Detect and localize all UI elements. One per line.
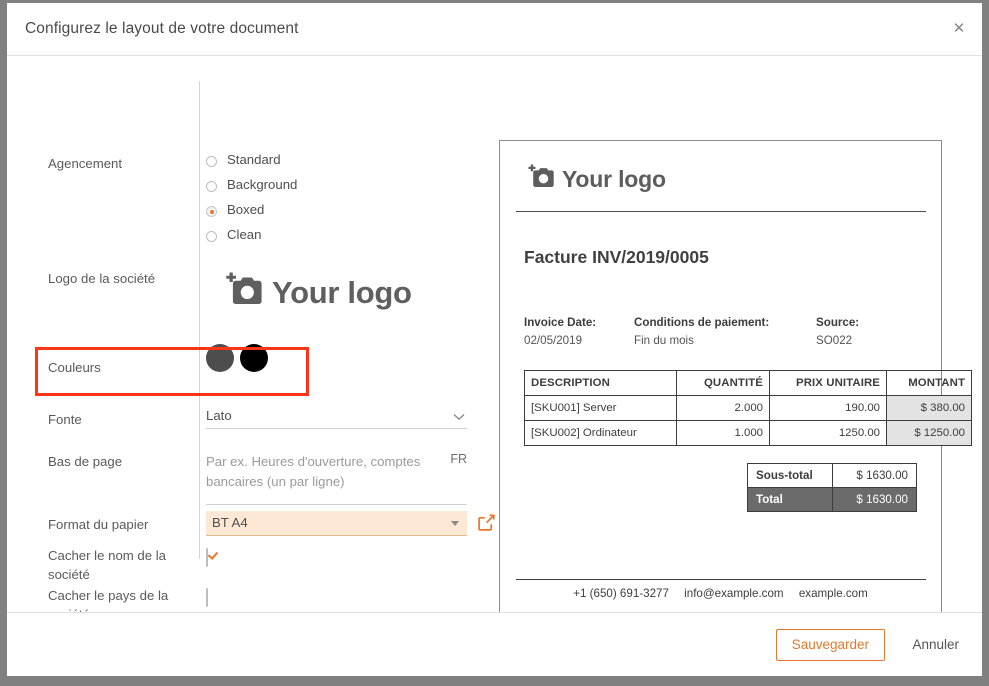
preview-meta: Invoice Date: 02/05/2019 Conditions de p… [524, 316, 859, 347]
paper-format-value: BT A4 [212, 515, 248, 530]
radio-clean[interactable] [206, 231, 217, 242]
radio-label-background[interactable]: Background [227, 177, 297, 192]
cell-unit-price: 190.00 [769, 395, 887, 421]
field-label-hide-company-name: Cacher le nom de la société [48, 548, 167, 582]
field-label-bas-de-page: Bas de page [48, 454, 123, 469]
color-swatch-secondary[interactable] [240, 344, 268, 372]
cell-amount: $ 380.00 [886, 395, 972, 421]
cancel-button[interactable]: Annuler [912, 637, 959, 652]
color-swatch-primary[interactable] [206, 344, 234, 372]
field-label-agencement: Agencement [48, 156, 123, 171]
footer-textarea-placeholder: Par ex. Heures d'ouverture, comptes banc… [206, 454, 421, 489]
configure-document-layout-dialog: Configurez le layout de votre document ✕… [7, 3, 982, 676]
table-header-row: DESCRIPTION QUANTITÉ PRIX UNITAIRE MONTA… [524, 370, 972, 396]
footer-textarea[interactable]: Par ex. Heures d'ouverture, comptes banc… [206, 452, 467, 505]
preview-top-rule [516, 211, 926, 212]
totals-row-total: Total $ 1630.00 [747, 487, 917, 512]
preview-meta-label: Invoice Date: [524, 316, 597, 329]
caret-down-icon [451, 521, 459, 526]
preview-meta-source: Source: SO022 [816, 316, 859, 347]
settings-form: Agencement Standard Background Boxed Cle… [7, 56, 495, 622]
hide-company-country-checkbox-wrap [206, 588, 208, 607]
totals-label-subtotal: Sous-total [747, 463, 833, 488]
preview-meta-label: Conditions de paiement: [634, 316, 770, 329]
cell-quantity: 1.000 [676, 420, 770, 446]
preview-meta-invoice-date: Invoice Date: 02/05/2019 [524, 316, 634, 347]
totals-row-subtotal: Sous-total $ 1630.00 [747, 463, 917, 488]
totals-value-total: $ 1630.00 [831, 487, 917, 512]
cell-description: [SKU001] Server [524, 395, 677, 421]
preview-footer-email: info@example.com [684, 587, 784, 600]
dialog-title: Configurez le layout de votre document [25, 20, 299, 37]
radio-standard[interactable] [206, 156, 217, 167]
cell-quantity: 2.000 [676, 395, 770, 421]
column-header-unit-price: PRIX UNITAIRE [769, 370, 887, 396]
preview-footer: +1 (650) 691-3277 info@example.com examp… [500, 587, 941, 600]
form-divider [199, 81, 200, 559]
preview-logo: Your logo [524, 164, 666, 195]
radio-background[interactable] [206, 181, 217, 192]
preview-totals-table: Sous-total $ 1630.00 Total $ 1630.00 [747, 463, 917, 512]
paper-format-select[interactable]: BT A4 [206, 511, 467, 536]
dialog-footer: Sauvegarder Annuler [7, 612, 982, 676]
table-row: [SKU001] Server 2.000 190.00 $ 380.00 [524, 395, 972, 421]
column-header-description: DESCRIPTION [524, 370, 677, 396]
preview-meta-value: 02/05/2019 [524, 334, 583, 347]
hide-company-name-checkbox[interactable] [206, 548, 208, 567]
preview-footer-phone: +1 (650) 691-3277 [573, 587, 669, 600]
radio-boxed[interactable] [206, 206, 217, 217]
field-label-fonte: Fonte [48, 412, 82, 427]
logo-placeholder-text: Your logo [272, 274, 412, 310]
preview-invoice-title: Facture INV/2019/0005 [524, 247, 709, 267]
field-label-couleurs: Couleurs [48, 360, 101, 375]
color-swatches [206, 344, 268, 372]
radio-label-boxed[interactable]: Boxed [227, 202, 264, 217]
cell-unit-price: 1250.00 [769, 420, 887, 446]
preview-logo-text: Your logo [562, 166, 666, 192]
dialog-header: Configurez le layout de votre document ✕ [7, 3, 982, 56]
preview-meta-value: Fin du mois [634, 334, 694, 347]
cell-amount: $ 1250.00 [886, 420, 972, 446]
external-link-icon[interactable] [477, 513, 496, 537]
totals-value-subtotal: $ 1630.00 [831, 463, 917, 488]
preview-footer-website: example.com [798, 587, 868, 600]
preview-line-items-table: DESCRIPTION QUANTITÉ PRIX UNITAIRE MONTA… [524, 370, 972, 446]
field-label-format-papier: Format du papier [48, 517, 149, 532]
logo-uploader[interactable]: Your logo [220, 272, 412, 313]
table-row: [SKU002] Ordinateur 1.000 1250.00 $ 1250… [524, 420, 972, 446]
hide-company-name-checkbox-wrap [206, 548, 208, 567]
dialog-body: Agencement Standard Background Boxed Cle… [7, 56, 982, 635]
close-icon[interactable]: ✕ [946, 16, 972, 42]
totals-label-total: Total [747, 487, 833, 512]
preview-meta-value: SO022 [816, 334, 853, 347]
preview-meta-payment-terms: Conditions de paiement: Fin du mois [634, 316, 816, 347]
save-button[interactable]: Sauvegarder [775, 629, 885, 661]
field-label-logo: Logo de la société [48, 271, 156, 286]
preview-bottom-rule [516, 579, 926, 580]
column-header-amount: MONTANT [886, 370, 972, 396]
chevron-down-icon [453, 411, 465, 423]
camera-add-icon [524, 164, 554, 195]
hide-company-country-checkbox[interactable] [206, 588, 208, 607]
radio-label-standard[interactable]: Standard [227, 152, 281, 167]
cell-description: [SKU002] Ordinateur [524, 420, 677, 446]
document-preview: Your logo Facture INV/2019/0005 Invoice … [499, 140, 972, 635]
radio-label-clean[interactable]: Clean [227, 227, 261, 242]
font-select-value: Lato [206, 408, 232, 423]
preview-meta-label: Source: [816, 316, 860, 329]
camera-add-icon [220, 272, 262, 313]
column-header-quantity: QUANTITÉ [676, 370, 770, 396]
language-tag[interactable]: FR [450, 452, 467, 466]
font-select[interactable]: Lato [206, 408, 467, 429]
